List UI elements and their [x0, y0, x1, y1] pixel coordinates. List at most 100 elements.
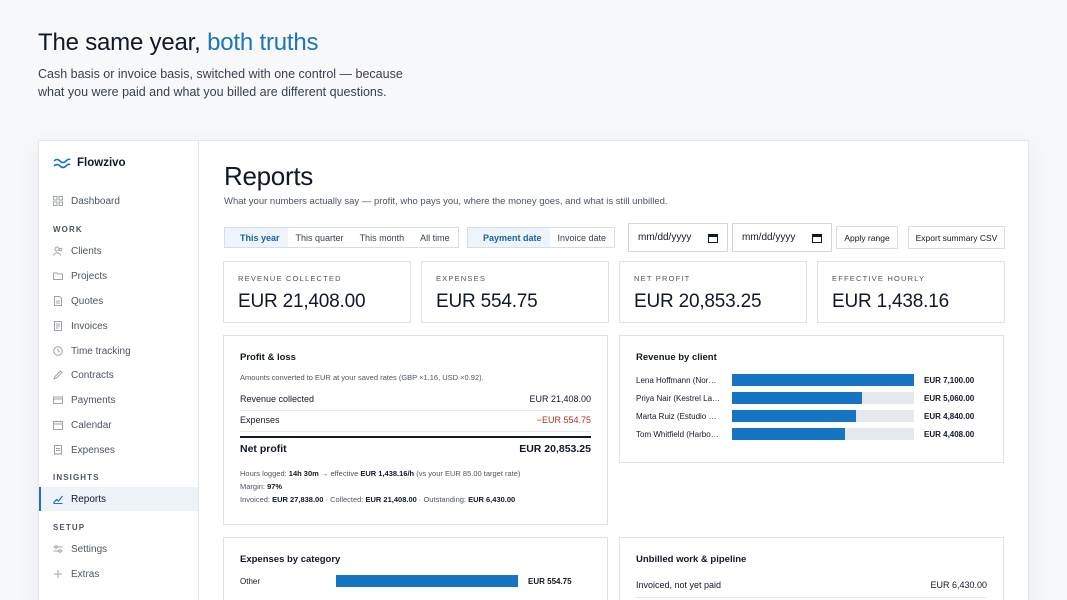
export-csv-button[interactable]: Export summary CSV [908, 226, 1005, 249]
unbilled-work-card: Unbilled work & pipeline Invoiced, not y… [619, 537, 1004, 600]
profit-loss-card: Profit & loss Amounts converted to EUR a… [223, 335, 608, 525]
kpi-label: NET PROFIT [634, 274, 691, 283]
hours-suffix: (vs your EUR 85.00 target rate) [414, 469, 521, 478]
period-all-time[interactable]: All time [412, 228, 458, 247]
sidebar-item-calendar[interactable]: Calendar [39, 413, 198, 437]
period-this-year[interactable]: This year [225, 228, 288, 247]
pnl-net-label: Net profit [240, 443, 287, 455]
divider [240, 410, 591, 411]
sidebar-item-payments[interactable]: Payments [39, 388, 198, 412]
bar-fill [336, 575, 518, 587]
category-bar-row: Other EUR 554.75 [240, 575, 572, 587]
sidebar-item-extras[interactable]: Extras [39, 562, 198, 586]
period-selector: This year This quarter This month All ti… [224, 227, 459, 248]
kpi-label: REVENUE COLLECTED [238, 274, 342, 283]
pnl-expenses-row: Expenses −EUR 554.75 [240, 415, 591, 425]
document-icon [54, 296, 62, 306]
hours-prefix: Hours logged: [240, 469, 289, 478]
bar-track [732, 392, 914, 404]
kpi-card: NET PROFIT EUR 20,853.25 [619, 261, 807, 323]
date-to-input[interactable]: mm/dd/yyyy [732, 223, 832, 252]
basis-payment-date[interactable]: Payment date [468, 228, 550, 247]
pnl-revenue-label: Revenue collected [240, 394, 315, 404]
sidebar-item-invoices[interactable]: Invoices [39, 314, 198, 338]
sidebar-item-label: Invoices [71, 320, 108, 332]
brand[interactable]: Flowzivo [53, 157, 126, 169]
basis-invoice-date[interactable]: Invoice date [550, 228, 615, 247]
hours-mid: → effective [318, 469, 361, 478]
plus-icon [54, 570, 62, 578]
client-name: Lena Hoffmann (Nor… [636, 375, 717, 385]
total-divider [240, 436, 591, 438]
date-from-input[interactable]: mm/dd/yyyy [628, 223, 728, 252]
basis-toggle: Payment date Invoice date [467, 227, 616, 248]
bar-track [732, 374, 914, 386]
card-title: Revenue by client [636, 352, 717, 363]
users-icon [53, 246, 63, 256]
divider [240, 431, 591, 432]
client-amount: EUR 5,060.00 [924, 393, 975, 403]
client-bar-row: Priya Nair (Kestrel La… EUR 5,060.00 [636, 392, 974, 404]
sidebar-item-label: Projects [71, 270, 108, 282]
collected-value: EUR 21,408.00 [365, 495, 417, 504]
client-bar-row: Tom Whitfield (Harbo… EUR 4,408.00 [636, 428, 974, 440]
sidebar-item-label: Extras [71, 568, 100, 580]
sidebar-item-settings[interactable]: Settings [39, 537, 198, 561]
sidebar-item-label: Calendar [71, 419, 112, 431]
sidebar-item-quotes[interactable]: Quotes [39, 289, 198, 313]
bar-fill [732, 428, 845, 440]
card-title: Expenses by category [240, 554, 341, 565]
hero-title: The same year, both truths [38, 28, 458, 58]
sidebar-item-contracts[interactable]: Contracts [39, 363, 198, 387]
client-amount: EUR 4,408.00 [924, 429, 975, 439]
pnl-net-row: Net profit EUR 20,853.25 [240, 443, 591, 455]
revenue-by-client-card: Revenue by client Lena Hoffmann (Nor… EU… [619, 335, 1004, 463]
invoiced-prefix: Invoiced: [240, 495, 273, 504]
outstanding-prefix: · Outstanding: [416, 495, 469, 504]
expenses-by-category-card: Expenses by category Other EUR 554.75 [223, 537, 608, 600]
card-icon [53, 396, 63, 404]
date-to-placeholder: mm/dd/yyyy [742, 232, 796, 243]
app-window: Flowzivo Dashboard WORK Clients Projects… [38, 140, 1029, 600]
hero-title-main: The same year, [38, 29, 208, 56]
kpi-value: EUR 1,438.16 [832, 291, 949, 312]
category-amount: EUR 554.75 [528, 576, 572, 586]
clock-icon [53, 346, 63, 356]
calendar-icon [708, 233, 718, 243]
sidebar: Flowzivo Dashboard WORK Clients Projects… [39, 141, 199, 600]
sidebar-item-time-tracking[interactable]: Time tracking [39, 339, 198, 363]
sidebar-item-dashboard[interactable]: Dashboard [39, 189, 198, 213]
pnl-hours-line: Hours logged: 14h 30m → effective EUR 1,… [240, 469, 520, 478]
sidebar-item-clients[interactable]: Clients [39, 239, 198, 263]
pen-icon [53, 370, 63, 380]
period-this-month[interactable]: This month [352, 228, 413, 247]
invoice-icon [54, 321, 62, 331]
folder-icon [53, 272, 63, 280]
sidebar-item-label: Time tracking [71, 345, 131, 357]
pnl-expenses-label: Expenses [240, 415, 280, 425]
client-name: Tom Whitfield (Harbo… [636, 429, 719, 439]
kpi-value: EUR 21,408.00 [238, 291, 366, 312]
collected-prefix: · Collected: [323, 495, 366, 504]
divider [636, 597, 987, 598]
sidebar-item-projects[interactable]: Projects [39, 264, 198, 288]
client-bar-row: Marta Ruiz (Estudio … EUR 4,840.00 [636, 410, 974, 422]
apply-range-button[interactable]: Apply range [836, 226, 898, 249]
hero-subtitle: Cash basis or invoice basis, switched wi… [38, 67, 403, 99]
page-subtitle: What your numbers actually say — profit,… [224, 196, 668, 207]
hero-title-accent: both truths [207, 29, 319, 56]
grid-icon [53, 196, 63, 206]
sidebar-item-expenses[interactable]: Expenses [39, 438, 198, 462]
period-this-quarter[interactable]: This quarter [288, 228, 352, 247]
hours-logged: 14h 30m [288, 469, 319, 478]
client-amount: EUR 4,840.00 [924, 411, 975, 421]
hero: The same year, both truths Cash basis or… [38, 28, 458, 101]
bar-fill [732, 410, 857, 422]
pnl-revenue-row: Revenue collected EUR 21,408.00 [240, 394, 591, 404]
sidebar-item-label: Reports [71, 493, 107, 505]
invoiced-value: EUR 27,838.00 [272, 495, 324, 504]
page-title: Reports [224, 161, 313, 191]
kpi-label: EFFECTIVE HOURLY [832, 274, 926, 283]
sidebar-item-reports[interactable]: Reports [39, 487, 198, 511]
client-name: Priya Nair (Kestrel La… [636, 393, 721, 403]
